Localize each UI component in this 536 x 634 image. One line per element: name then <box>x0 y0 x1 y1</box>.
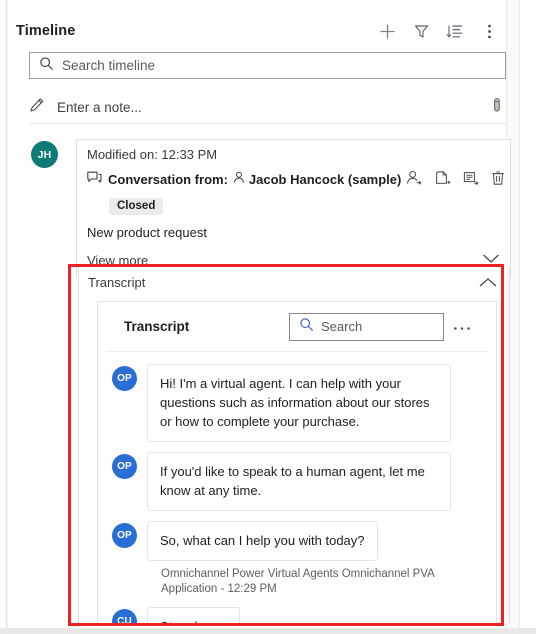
message-text: Store hours <box>147 607 241 623</box>
message-text: So, what can I help you with today? <box>147 521 378 561</box>
conversation-icon <box>87 171 102 188</box>
status-badge: Closed <box>109 198 164 215</box>
activity-subject: New product request <box>87 225 207 240</box>
add-to-case-button[interactable] <box>429 167 455 191</box>
add-button[interactable] <box>370 16 404 46</box>
assign-icon <box>406 170 423 189</box>
message-text: Hi! I'm a virtual agent. I can help with… <box>147 364 451 442</box>
panel-far-right-background <box>520 0 536 628</box>
search-icon <box>299 317 314 337</box>
avatar: JH <box>31 141 58 168</box>
panel-bottom-strip <box>0 628 536 634</box>
note-input-placeholder: Enter a note... <box>57 100 142 115</box>
conversation-person-link[interactable]: Jacob Hancock (sample) <box>249 172 401 187</box>
transcript-card-title: Transcript <box>124 319 190 334</box>
conversation-row: Conversation from: Jacob Hancock (sample… <box>87 167 505 191</box>
list-item: OP So, what can I help you with today? <box>112 521 486 561</box>
transcript-card-header: Transcript Search <box>106 302 488 352</box>
transcript-section-label: Transcript <box>88 275 146 290</box>
search-icon <box>39 56 54 76</box>
transcript-card: Transcript Search OP Hi! I'm a virtual a… <box>97 301 497 623</box>
list-item: CU Store hours <box>112 607 486 623</box>
modified-on-text: Modified on: 12:33 PM <box>87 147 218 162</box>
activity-card[interactable]: Modified on: 12:33 PM Conversation from:… <box>76 139 511 278</box>
add-note-button[interactable] <box>457 167 483 191</box>
avatar: CU <box>112 609 137 623</box>
more-horizontal-icon <box>453 318 471 336</box>
transcript-search-input[interactable]: Search <box>289 312 444 341</box>
search-timeline-input[interactable]: Search timeline <box>29 52 506 79</box>
timeline-panel: Timeline Search timeline Enter a note...… <box>8 0 511 628</box>
message-text: If you'd like to speak to a human agent,… <box>147 452 451 511</box>
note-composer-row[interactable]: Enter a note... <box>29 92 506 124</box>
activity-actions <box>401 167 511 191</box>
list-item: OP If you'd like to speak to a human age… <box>112 452 486 511</box>
transcript-message-list: OP Hi! I'm a virtual agent. I can help w… <box>98 352 496 623</box>
add-note-icon <box>462 170 479 189</box>
panel-left-gutter <box>0 0 7 634</box>
page-title: Timeline <box>16 23 76 39</box>
filter-button[interactable] <box>404 16 438 46</box>
avatar: OP <box>112 454 137 479</box>
add-to-case-icon <box>434 170 451 189</box>
more-commands-button[interactable] <box>472 16 506 46</box>
transcript-search-placeholder: Search <box>321 319 363 334</box>
more-vertical-icon <box>487 23 492 40</box>
transcript-section-header[interactable]: Transcript <box>79 266 509 299</box>
pencil-icon <box>29 97 45 118</box>
person-icon <box>233 171 245 187</box>
sort-button[interactable] <box>438 16 472 46</box>
paperclip-icon[interactable] <box>490 96 504 119</box>
timeline-header: Timeline <box>16 14 506 48</box>
transcript-section: Transcript Transcript Search OP Hi! I'm … <box>78 266 510 624</box>
timeline-header-actions <box>370 16 506 46</box>
status-badge-row: Closed <box>109 196 500 215</box>
add-icon <box>378 22 397 41</box>
list-item: OP Hi! I'm a virtual agent. I can help w… <box>112 364 486 442</box>
search-timeline-placeholder: Search timeline <box>62 58 156 73</box>
message-metadata: Omnichannel Power Virtual Agents Omnicha… <box>161 568 435 595</box>
chevron-up-icon[interactable] <box>478 277 498 289</box>
delete-button[interactable] <box>485 167 511 191</box>
filter-icon <box>413 23 430 40</box>
assign-button[interactable] <box>401 167 427 191</box>
conversation-from-label: Conversation from: <box>108 171 228 187</box>
transcript-more-button[interactable] <box>448 313 476 341</box>
avatar: OP <box>112 523 137 548</box>
avatar: OP <box>112 366 137 391</box>
delete-icon <box>491 170 505 189</box>
sort-descending-icon <box>446 23 464 40</box>
timeline-panel-screenshot: Timeline Search timeline Enter a note...… <box>0 0 536 634</box>
